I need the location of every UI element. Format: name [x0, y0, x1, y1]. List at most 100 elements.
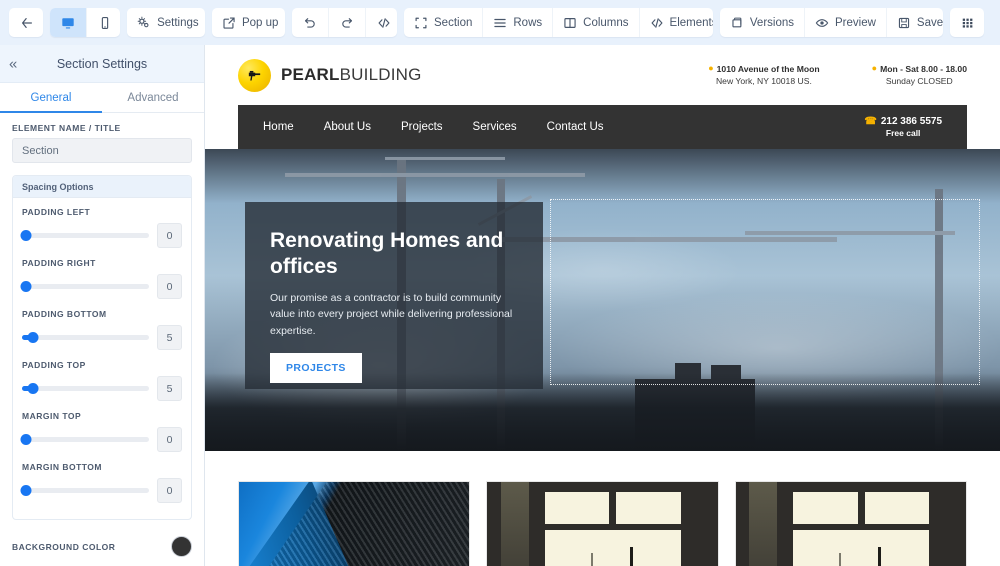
toolbar-group-settings: Settings [127, 8, 205, 37]
hero-projects-button[interactable]: PROJECTS [270, 353, 362, 384]
window-pane [793, 529, 930, 566]
desktop-icon [61, 16, 75, 30]
popup-button[interactable]: Pop up [212, 8, 285, 37]
image-card-architecture[interactable] [238, 481, 471, 566]
nav-link-services[interactable]: Services [473, 121, 517, 133]
slider-thumb[interactable] [20, 281, 32, 292]
toolbar-group-popup: Pop up [211, 8, 285, 37]
slider-thumb[interactable] [20, 485, 32, 496]
eye-icon [815, 16, 829, 30]
toolbar-group-history [291, 8, 398, 37]
element-name-input[interactable]: Section [12, 138, 192, 163]
undo-button[interactable] [292, 8, 329, 37]
save-button[interactable]: Save [887, 8, 943, 37]
slider-track [22, 284, 149, 289]
settings-button[interactable]: Settings [127, 8, 205, 37]
elements-button[interactable]: Elements [640, 8, 713, 37]
padding-top-slider[interactable] [22, 382, 149, 396]
slider-label: MARGIN TOP [22, 411, 82, 421]
margin-bottom-value[interactable]: 0 [157, 478, 182, 503]
grid-icon [961, 16, 975, 30]
padding-right-slider[interactable] [20, 280, 149, 294]
slider-track [22, 437, 149, 442]
padding-bottom-slider[interactable] [22, 331, 149, 345]
nav-link-projects[interactable]: Projects [401, 121, 443, 133]
margin-top-slider[interactable] [20, 433, 149, 447]
preview-button[interactable]: Preview [805, 8, 887, 37]
slider-padding-bottom: PADDING BOTTOM 5 [22, 309, 182, 350]
toolbar-group-back [9, 8, 44, 37]
slider-track [22, 233, 149, 238]
hero-content-box[interactable]: Renovating Homes and offices Our promise… [245, 202, 543, 389]
header-info-address: ● 1010 Avenue of the Moon New York, NY 1… [708, 63, 819, 88]
slider-thumb[interactable] [27, 332, 39, 343]
image-cards-row [205, 451, 1000, 566]
margin-bottom-slider[interactable] [20, 484, 149, 498]
slider-margin-bottom: MARGIN BOTTOM 0 [20, 462, 182, 503]
device-desktop-button[interactable] [50, 8, 88, 37]
hero-heading: Renovating Homes and offices [270, 229, 504, 278]
padding-top-value[interactable]: 5 [157, 376, 182, 401]
save-label: Save [916, 16, 943, 29]
nav-link-contact-us[interactable]: Contact Us [547, 121, 604, 133]
slider-label: MARGIN BOTTOM [22, 462, 103, 472]
page-canvas[interactable]: PEARLBUILDING ● 1010 Avenue of the Moon … [205, 45, 1000, 566]
code-view-button[interactable] [366, 8, 397, 37]
slider-thumb[interactable] [27, 383, 39, 394]
tab-general[interactable]: General [0, 83, 102, 113]
toolbar-group-devices [50, 8, 121, 37]
preview-label: Preview [835, 16, 876, 29]
address-line-1-wrap: ● 1010 Avenue of the Moon [708, 63, 819, 75]
margin-top-value[interactable]: 0 [157, 427, 182, 452]
toolbar-group-actions: Versions Preview Save [719, 8, 943, 37]
versions-button[interactable]: Versions [720, 8, 805, 37]
padding-left-value[interactable]: 0 [157, 223, 182, 248]
toolbar-group-grid [949, 8, 984, 37]
site-logo[interactable]: PEARLBUILDING [238, 58, 422, 92]
rows-button[interactable]: Rows [483, 8, 554, 37]
grid-toggle-button[interactable] [950, 8, 984, 37]
padding-right-value[interactable]: 0 [157, 274, 182, 299]
map-pin-icon: ● [708, 63, 714, 74]
back-button[interactable] [9, 8, 43, 37]
section-button[interactable]: Section [404, 8, 484, 37]
window-spire [839, 553, 842, 566]
padding-bottom-value[interactable]: 5 [157, 325, 182, 350]
columns-button[interactable]: Columns [553, 8, 640, 37]
logo-light: BUILDING [339, 65, 422, 84]
hours-line-2: Sunday CLOSED [885, 76, 953, 86]
window-pane [793, 491, 858, 525]
tab-advanced[interactable]: Advanced [102, 83, 204, 112]
spacing-options-body: PADDING LEFT 0 PADDING RIGHT 0 PADDING B… [13, 198, 191, 519]
window-spire [590, 553, 593, 566]
background-color-swatch[interactable] [171, 536, 192, 557]
logo-text: PEARLBUILDING [281, 65, 422, 85]
padding-left-slider[interactable] [20, 229, 149, 243]
image-card-window-2[interactable] [734, 481, 967, 566]
save-icon [897, 16, 911, 30]
slider-label: PADDING RIGHT [22, 258, 96, 268]
nav-phone-number-wrap: ☎ 212 386 5575 [864, 115, 942, 129]
nav-link-about-us[interactable]: About Us [324, 121, 371, 133]
logo-bold: PEARL [281, 65, 340, 84]
code-icon [377, 16, 391, 30]
window-pane [544, 529, 681, 566]
redo-button[interactable] [329, 8, 366, 37]
device-mobile-button[interactable] [87, 8, 120, 37]
nav-link-home[interactable]: Home [263, 121, 294, 133]
nav-phone-block[interactable]: ☎ 212 386 5575 Free call [864, 115, 942, 140]
collapse-panel-button[interactable]: « [9, 56, 17, 71]
tab-general-label: General [30, 91, 72, 104]
hero-paragraph: Our promise as a contractor is to build … [270, 292, 513, 337]
image-card-window-1[interactable] [486, 481, 719, 566]
rows-icon [493, 16, 507, 30]
columns-label: Columns [583, 16, 629, 29]
slider-thumb[interactable] [20, 230, 32, 241]
slider-thumb[interactable] [20, 434, 32, 445]
hours-line-1: Mon - Sat 8.00 - 18.00 [880, 63, 967, 74]
hero-section[interactable]: Renovating Homes and offices Our promise… [205, 149, 1000, 451]
element-name-label: ELEMENT NAME / TITLE [12, 123, 121, 133]
popup-label: Pop up [241, 16, 279, 29]
window-graphic [736, 482, 966, 566]
nav-phone-sub: Free call [885, 128, 921, 139]
